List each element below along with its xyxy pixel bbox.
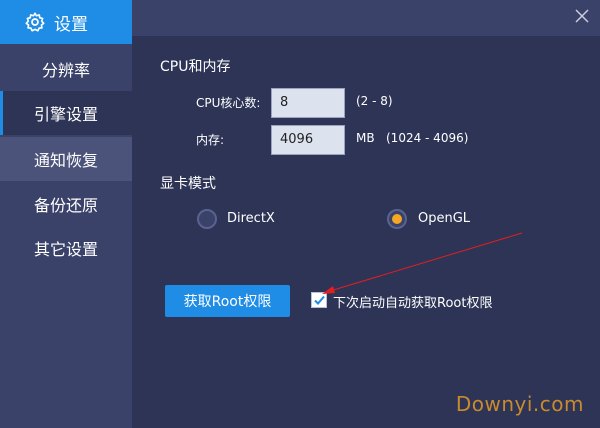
sidebar-item-label: 备份还原 — [33, 196, 98, 215]
cpu-range-hint: (2 - 8) — [356, 94, 393, 108]
memory-label: 内存: — [196, 133, 225, 147]
auto-root-checkbox[interactable] — [311, 292, 327, 308]
opengl-radio[interactable] — [387, 209, 407, 229]
directx-radio[interactable] — [197, 209, 217, 229]
sidebar-item-resolution[interactable]: 分辨率 — [0, 47, 132, 91]
graphics-mode-heading: 显卡模式 — [160, 176, 216, 192]
sidebar-item-label: 通知恢复 — [33, 151, 98, 170]
sidebar-item-other[interactable]: 其它设置 — [0, 226, 132, 270]
sidebar-item-label: 其它设置 — [33, 240, 98, 259]
directx-label[interactable]: DirectX — [227, 211, 275, 226]
sidebar-title: 设置 — [54, 14, 88, 35]
title-bar — [132, 0, 600, 36]
sidebar-header: 设置 — [0, 0, 132, 44]
get-root-button[interactable]: 获取Root权限 — [165, 285, 290, 317]
cpu-cores-label: CPU核心数: — [196, 96, 261, 110]
memory-range-hint: (1024 - 4096) — [386, 131, 469, 145]
checkmark-icon — [314, 295, 325, 305]
sidebar: 设置 分辨率 引擎设置 通知恢复 备份还原 其它设置 — [0, 0, 132, 428]
sidebar-item-engine[interactable]: 引擎设置 — [0, 91, 132, 135]
settings-window: 设置 分辨率 引擎设置 通知恢复 备份还原 其它设置 CPU和内存 CPU核心数… — [0, 0, 600, 428]
gear-icon — [25, 12, 45, 32]
sidebar-item-notification[interactable]: 通知恢复 — [0, 137, 132, 181]
memory-unit: MB — [356, 131, 375, 145]
opengl-label[interactable]: OpenGL — [418, 211, 470, 226]
auto-root-label[interactable]: 下次启动自动获取Root权限 — [333, 292, 492, 311]
watermark: Downyi.com — [455, 392, 584, 416]
sidebar-item-label: 引擎设置 — [33, 105, 98, 124]
memory-input[interactable]: 4096 — [271, 125, 345, 155]
cpu-memory-heading: CPU和内存 — [160, 59, 231, 75]
radio-selected-dot — [392, 214, 402, 224]
close-icon[interactable] — [574, 8, 590, 24]
sidebar-item-backup[interactable]: 备份还原 — [0, 182, 132, 226]
sidebar-item-label: 分辨率 — [41, 61, 90, 80]
cpu-cores-input[interactable]: 8 — [271, 88, 345, 118]
